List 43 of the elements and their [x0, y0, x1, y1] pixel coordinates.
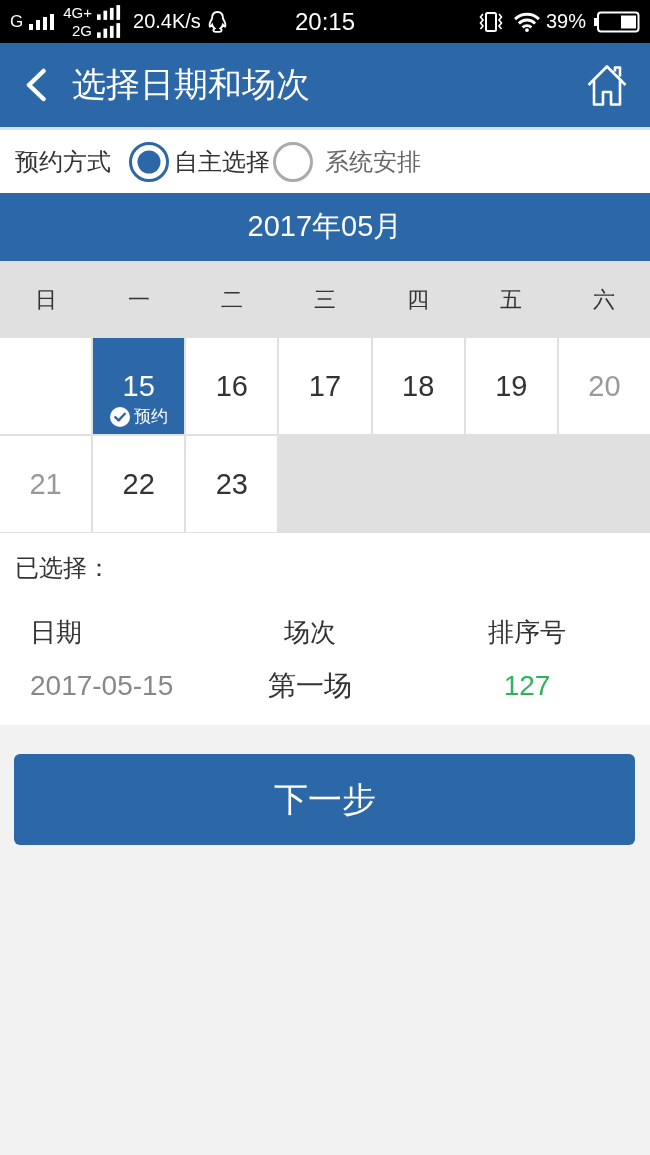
weekday-label: 二	[220, 285, 243, 314]
battery-icon	[594, 10, 640, 33]
booking-mode-label: 预约方式	[15, 146, 111, 177]
penguin-icon	[206, 9, 228, 34]
signal-icon	[97, 5, 121, 20]
weekday-label: 日	[34, 285, 57, 314]
calendar-day[interactable]: 23	[186, 436, 278, 532]
network-speed: 20.4K/s	[133, 10, 201, 33]
table-cell-text: 2017-05-15	[30, 669, 174, 703]
home-icon[interactable]	[586, 63, 628, 107]
weekday-label: 三	[314, 285, 336, 314]
vibrate-icon	[478, 11, 503, 32]
calendar-day[interactable]: 18	[372, 338, 464, 434]
clock: 20:15	[294, 7, 356, 36]
network-type-label: 4G+	[63, 3, 92, 22]
column-header: 排序号	[488, 616, 566, 649]
calendar-day[interactable]: 16	[186, 338, 278, 434]
weekday-label: 六	[593, 285, 616, 314]
radio-option[interactable]: 系统安排	[273, 141, 421, 182]
next-step-button[interactable]: 下一步	[14, 754, 635, 845]
signal-icon	[97, 23, 121, 38]
wifi-icon	[512, 11, 541, 32]
weekday-label: 五	[500, 285, 523, 314]
table-cell-text: 127	[503, 669, 551, 703]
column-header: 场次	[284, 616, 336, 649]
calendar-day[interactable]: 19	[465, 338, 557, 434]
radio-option[interactable]: 自主选择	[129, 141, 270, 182]
header-title: 选择日期和场次	[72, 64, 311, 105]
network-type-label: 2G	[72, 21, 92, 40]
back-icon[interactable]	[25, 68, 47, 102]
network-type-label: G	[10, 11, 24, 32]
column-header: 日期	[30, 616, 82, 649]
weekday-label: 四	[407, 285, 430, 314]
table-cell-text: 第一场	[268, 669, 352, 703]
selection-label: 已选择：	[15, 553, 111, 583]
weekday-label: 一	[127, 285, 150, 314]
signal-icon	[29, 13, 56, 30]
battery-percent: 39%	[545, 10, 586, 33]
calendar-day[interactable]: 17	[279, 338, 371, 434]
check-circle-icon	[109, 406, 130, 427]
month-title: 2017年05月	[247, 209, 403, 244]
calendar-day[interactable]: 15 预约	[93, 338, 185, 434]
calendar-day[interactable]: 22	[93, 436, 185, 532]
